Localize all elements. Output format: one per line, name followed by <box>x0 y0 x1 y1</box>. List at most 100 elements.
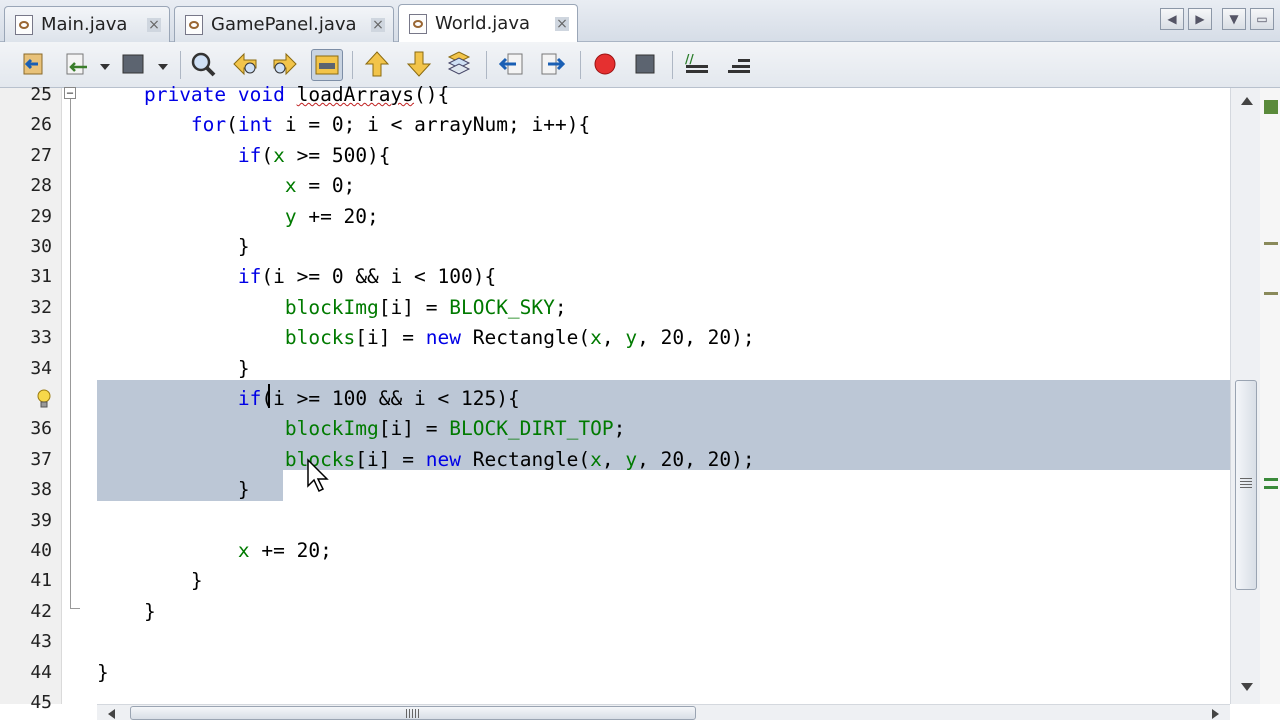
code-line[interactable]: blockImg[i] = BLOCK_DIRT_TOP; <box>97 414 626 444</box>
scroll-right-arrow-icon[interactable] <box>1212 709 1219 719</box>
code-token: i <box>390 295 403 319</box>
code-line[interactable]: } <box>97 475 250 505</box>
last-edit-icon[interactable] <box>18 49 50 81</box>
line-number: 36 <box>30 418 52 440</box>
code-token: ; <box>613 417 626 441</box>
code-line[interactable]: x += 20; <box>97 536 332 566</box>
code-token: , 20, 20); <box>637 326 755 350</box>
error-stripe-mark[interactable] <box>1264 292 1278 295</box>
field-token: blockImg <box>284 417 379 441</box>
code-token: i <box>414 387 426 410</box>
code-line[interactable]: if(i >= 0 && i < 100){ <box>97 262 496 292</box>
code-token: ( <box>261 143 274 167</box>
code-token: (){ <box>414 83 450 106</box>
back-history-icon[interactable] <box>62 49 94 81</box>
code-line[interactable]: private void loadArrays(){ <box>97 80 449 110</box>
code-line[interactable]: if(x >= 500){ <box>97 141 391 171</box>
error-stripe-status-icon[interactable] <box>1264 100 1278 114</box>
keyword-token: new <box>425 447 461 471</box>
line-number: 32 <box>30 296 52 318</box>
field-token: blockImg <box>284 295 379 319</box>
code-token: , 20, 20); <box>637 447 755 471</box>
code-token: i <box>284 113 297 137</box>
keyword-token: if <box>237 265 262 289</box>
line-number: 29 <box>30 205 52 227</box>
code-line[interactable]: x = 0; <box>97 171 355 201</box>
code-token: } <box>97 356 250 380</box>
line-number: 34 <box>30 357 52 379</box>
code-line[interactable]: blockImg[i] = BLOCK_SKY; <box>97 293 567 323</box>
error-stripe-mark[interactable] <box>1264 478 1278 481</box>
field-token: x <box>590 326 602 350</box>
code-token: ] = <box>378 326 426 350</box>
code-token: [ <box>378 417 391 441</box>
code-token: [ <box>355 447 368 471</box>
code-line[interactable]: } <box>97 354 250 384</box>
line-number: 41 <box>30 570 52 592</box>
code-token: < 125){ <box>425 387 520 410</box>
line-number: 39 <box>30 509 52 531</box>
keyword-token: private <box>143 83 227 106</box>
code-token: , <box>601 326 626 350</box>
code-token: ] = <box>378 447 426 471</box>
error-stripe-mark[interactable] <box>1264 486 1278 489</box>
field-token: BLOCK_SKY <box>449 295 555 319</box>
line-number: 26 <box>30 114 52 136</box>
scroll-up-arrow-icon[interactable] <box>1241 97 1253 105</box>
fold-guide-line <box>70 99 71 609</box>
code-line[interactable]: for(int i = 0; i < arrayNum; i++){ <box>97 110 590 140</box>
error-stripe-mark[interactable] <box>1264 242 1278 245</box>
code-token: ( <box>578 447 591 471</box>
line-number: 43 <box>30 631 52 653</box>
scroll-grip-icon <box>406 709 420 718</box>
maximize-window-icon[interactable]: ▭ <box>1250 8 1274 30</box>
code-line[interactable]: } <box>97 566 203 596</box>
mouse-pointer-icon <box>307 458 329 493</box>
field-token: y <box>625 326 638 350</box>
code-line[interactable]: blocks[i] = new Rectangle(x, y, 20, 20); <box>97 323 755 353</box>
collapse-fold-icon[interactable]: − <box>64 87 76 99</box>
code-line[interactable]: } <box>97 232 250 262</box>
code-token: i <box>273 387 285 410</box>
keyword-token: if <box>237 143 262 167</box>
code-token: += 20; <box>296 204 379 228</box>
keyword-token: void <box>237 83 285 106</box>
scroll-left-arrow-icon[interactable] <box>108 709 115 719</box>
field-token: x <box>590 447 602 471</box>
code-token: Rectangle <box>472 447 579 471</box>
code-line[interactable]: y += 20; <box>97 202 379 232</box>
scroll-grip-icon <box>1240 478 1252 490</box>
scroll-down-arrow-icon[interactable] <box>1241 683 1253 691</box>
code-token: i <box>273 265 285 289</box>
field-token: x <box>273 143 285 167</box>
line-number: 30 <box>30 236 52 257</box>
text-caret <box>268 384 270 408</box>
code-line[interactable]: } <box>97 597 156 627</box>
lightbulb-hint-icon[interactable] <box>36 389 52 409</box>
code-line[interactable]: blocks[i] = new Rectangle(x, y, 20, 20); <box>97 445 755 475</box>
field-token: y <box>284 204 297 228</box>
code-editor[interactable]: private void loadArrays(){ for(int i = 0… <box>97 0 1230 704</box>
code-token: ; <box>554 295 567 319</box>
code-line[interactable]: } <box>97 658 109 688</box>
code-token: < <box>378 113 415 137</box>
code-token: ] = <box>402 417 450 441</box>
code-token: [ <box>378 295 391 319</box>
code-token: += 20; <box>249 539 332 562</box>
keyword-token: if <box>237 387 262 410</box>
error-stripe[interactable] <box>1260 88 1280 704</box>
line-number: 31 <box>30 266 52 288</box>
code-line[interactable]: if(i >= 100 && i < 125){ <box>97 384 520 414</box>
field-token: BLOCK_DIRT_TOP <box>449 417 614 441</box>
